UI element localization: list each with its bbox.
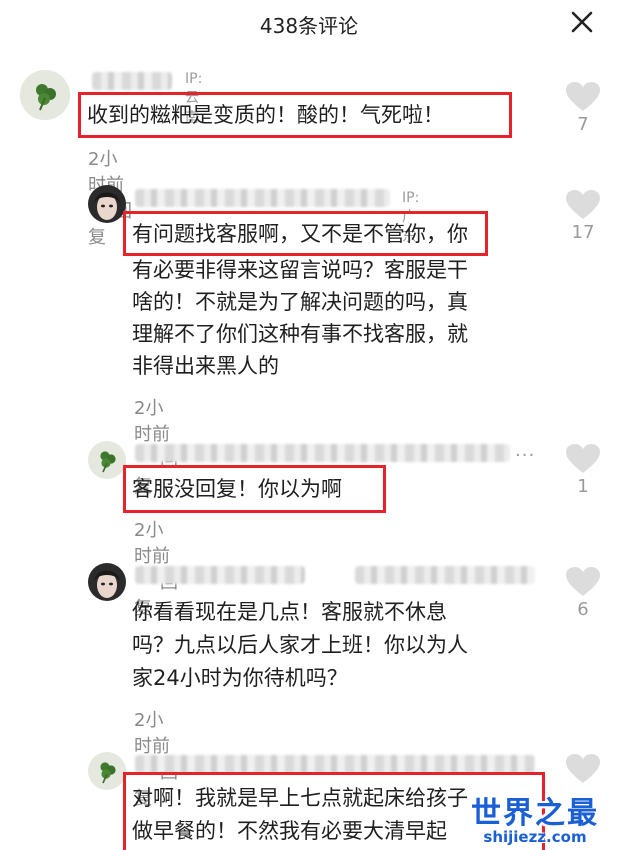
portrait-avatar-icon: [88, 185, 126, 223]
heart-icon: [566, 190, 600, 219]
comment-time: 2小时前: [134, 710, 170, 757]
comment-time: 2小时前: [134, 398, 170, 445]
avatar[interactable]: [88, 752, 126, 790]
username-blurred[interactable]: [135, 566, 305, 584]
portrait-avatar-icon: [88, 563, 126, 601]
username-blurred[interactable]: [135, 444, 510, 462]
like-button[interactable]: 6: [563, 567, 603, 620]
comment-text-line: 理解不了你们这种有事不找客服，就: [132, 322, 468, 346]
avatar[interactable]: [88, 185, 126, 223]
close-icon[interactable]: [568, 8, 596, 36]
comment-text-line: 非得出来黑人的: [132, 354, 279, 378]
more-options-icon[interactable]: ...: [515, 440, 535, 461]
like-count: 7: [577, 114, 589, 135]
like-count: 17: [571, 222, 595, 243]
like-button[interactable]: [563, 754, 603, 784]
clover-avatar-icon: [88, 752, 126, 790]
avatar[interactable]: [88, 441, 126, 479]
heart-icon: [566, 82, 600, 111]
username-blurred[interactable]: [135, 755, 535, 773]
username-blurred[interactable]: [355, 566, 535, 584]
clover-avatar-icon: [88, 441, 126, 479]
site-watermark: 世界之最 shijiezz.com: [460, 788, 610, 846]
comments-header: 438条评论: [0, 0, 618, 48]
comment-text-line: 你看看现在是几点！客服就不休息: [132, 600, 447, 624]
comment-text-line: 有必要非得来这留言说吗？客服是干: [132, 258, 468, 282]
comment-text: 收到的糍粑是变质的！酸的！气死啦！: [87, 103, 444, 127]
like-button[interactable]: 17: [563, 190, 603, 243]
like-button[interactable]: 1: [563, 444, 603, 497]
avatar[interactable]: [88, 563, 126, 601]
comment-text-line: 家24小时为你待机吗？: [132, 666, 348, 690]
like-count: 1: [577, 476, 589, 497]
comment-text-line: 做早餐的！不然我有必要大清早起: [132, 819, 447, 843]
comment-count-title: 438条评论: [259, 14, 359, 38]
username-blurred[interactable]: [135, 189, 390, 207]
like-count: 6: [577, 599, 589, 620]
heart-icon: [566, 754, 600, 783]
heart-icon: [566, 567, 600, 596]
username-blurred[interactable]: [92, 72, 172, 90]
clover-avatar-icon: [20, 70, 70, 120]
comment-text-line: 啥的！不就是为了解决问题的吗，真: [132, 290, 468, 314]
comment-text-line: 有问题找客服啊，又不是不管你，你: [132, 222, 468, 246]
heart-icon: [566, 444, 600, 473]
comment-text-line: 对啊！我就是早上七点就起床给孩子: [132, 786, 468, 810]
comment-text-line: 吗？九点以后人家才上班！你以为人: [132, 633, 468, 657]
like-button[interactable]: 7: [563, 82, 603, 135]
comment-time: 2小时前: [134, 520, 170, 567]
comment-text: 客服没回复！你以为啊: [132, 477, 342, 501]
avatar[interactable]: [20, 70, 70, 120]
watermark-title: 世界之最: [471, 796, 599, 831]
